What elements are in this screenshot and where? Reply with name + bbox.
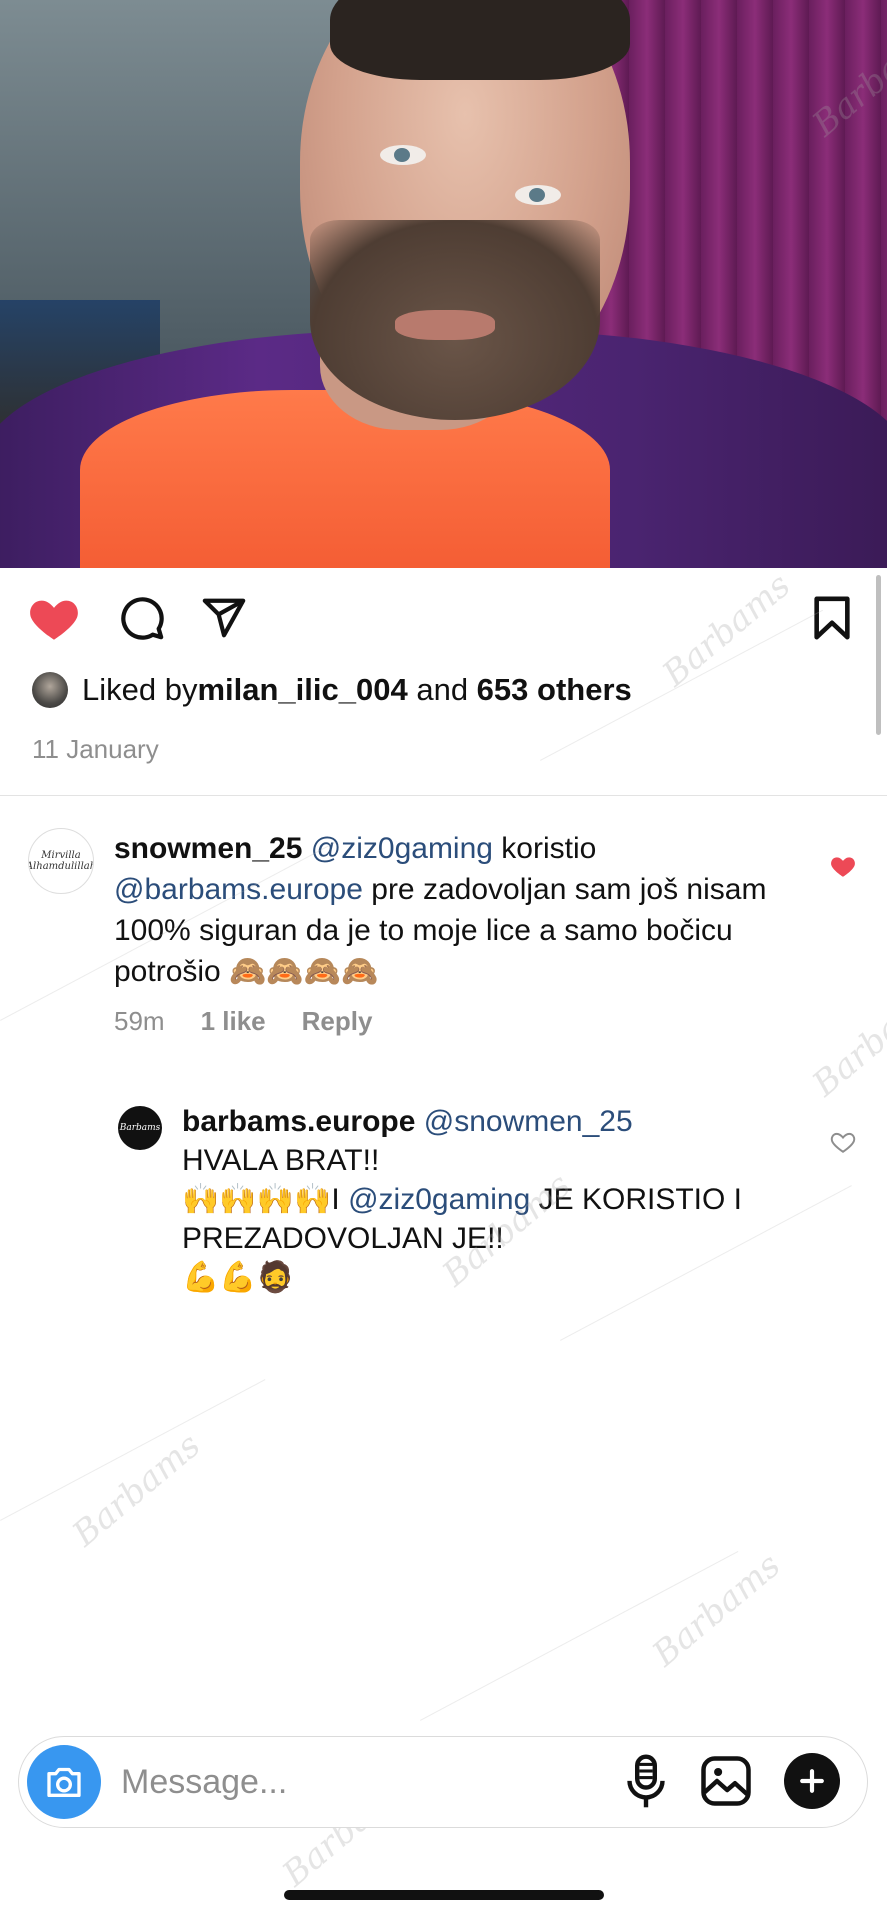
- watermark: Barbams: [65, 1425, 209, 1555]
- reply-line-3: 💪💪🧔: [182, 1261, 295, 1294]
- post-date: 11 January: [32, 734, 159, 764]
- watermark: Barbams: [645, 1545, 789, 1675]
- scrollbar[interactable]: [876, 575, 881, 735]
- comment-mention-1[interactable]: @ziz0gaming: [311, 832, 493, 865]
- microphone-icon[interactable]: [624, 1753, 668, 1816]
- comment-icon[interactable]: [114, 590, 170, 646]
- photo-eye-left: [380, 145, 426, 165]
- photo-eye-right: [515, 185, 561, 205]
- likes-mid: and: [407, 672, 477, 707]
- commenter-avatar-text: Mirvilla Alhamdulillah: [28, 850, 94, 872]
- watermark-line: [0, 1379, 266, 1521]
- likes-count[interactable]: 653 others: [477, 672, 632, 708]
- send-icon[interactable]: [196, 590, 252, 646]
- divider: [0, 795, 887, 796]
- reply-avatar-text: Barbams: [119, 1123, 161, 1133]
- reply-button[interactable]: Reply: [302, 1006, 373, 1037]
- reply-line-1: HVALA BRAT!!: [182, 1144, 380, 1177]
- reply-text: barbams.europe @snowmen_25 HVALA BRAT!! …: [182, 1102, 802, 1297]
- camera-icon[interactable]: [27, 1745, 101, 1819]
- likes-prefix: Liked by: [82, 672, 198, 707]
- comment-text-1: koristio: [492, 832, 597, 865]
- comment-time: 59m: [114, 1006, 165, 1036]
- comment-mention-2[interactable]: @barbams.europe: [114, 873, 363, 906]
- likes-summary[interactable]: Liked by milan_ilic_004 and 653 others: [32, 672, 632, 708]
- reply-avatar[interactable]: Barbams: [118, 1106, 162, 1150]
- post-action-bar: [0, 590, 887, 650]
- comment-text: snowmen_25 @ziz0gaming koristio @barbams…: [114, 828, 804, 992]
- reply-line-2-prefix: 🙌🙌🙌🙌I: [182, 1183, 349, 1216]
- home-indicator[interactable]: [284, 1890, 604, 1900]
- bookmark-icon[interactable]: [804, 590, 860, 646]
- comment-likes[interactable]: 1 like: [201, 1006, 266, 1037]
- reply-mention-2[interactable]: @ziz0gaming: [348, 1183, 530, 1216]
- liker-avatar[interactable]: [32, 672, 68, 708]
- reply-mention-1[interactable]: @snowmen_25: [424, 1105, 633, 1138]
- watermark-line: [420, 1550, 739, 1721]
- commenter-username[interactable]: snowmen_25: [114, 832, 302, 865]
- plus-icon[interactable]: [784, 1753, 840, 1809]
- watermark: Barbams: [805, 975, 887, 1105]
- reply-like-heart-icon[interactable]: [830, 1130, 856, 1159]
- message-input[interactable]: Message...: [121, 1763, 287, 1802]
- message-composer: Message...: [18, 1736, 868, 1828]
- comment-like-heart-icon[interactable]: [830, 854, 856, 883]
- liker-username[interactable]: milan_ilic_004: [197, 672, 407, 708]
- gallery-icon[interactable]: [699, 1753, 753, 1814]
- photo-mouth: [395, 310, 495, 340]
- post-photo[interactable]: [0, 0, 887, 568]
- heart-icon[interactable]: [26, 590, 82, 646]
- commenter-avatar[interactable]: Mirvilla Alhamdulillah: [28, 828, 94, 894]
- comment-meta: 59m 1 like Reply: [114, 1006, 372, 1037]
- reply-username[interactable]: barbams.europe: [182, 1105, 415, 1138]
- photo-shirt: [80, 390, 610, 568]
- photo-hair: [330, 0, 630, 80]
